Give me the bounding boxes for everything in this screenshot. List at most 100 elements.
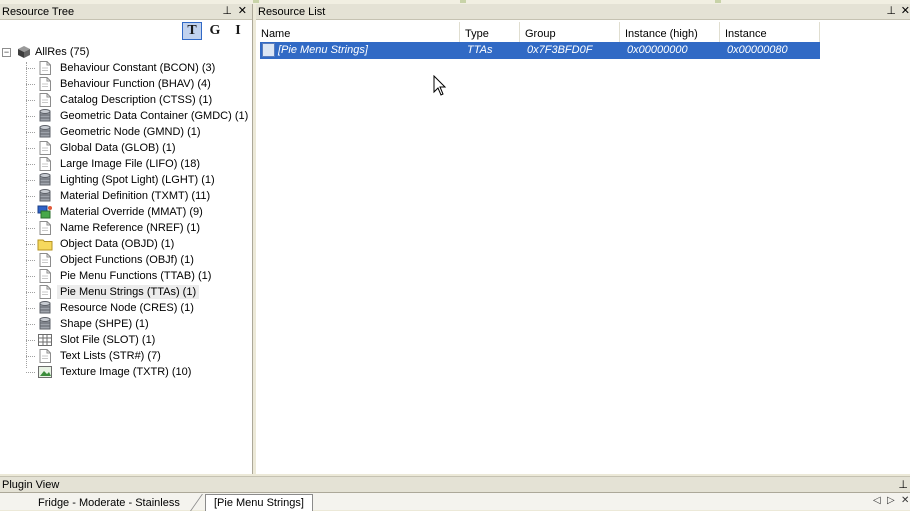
tree-item[interactable]: Resource Node (CRES) (1) <box>26 300 197 316</box>
document-icon <box>37 77 53 91</box>
resource-tree-title: Resource Tree <box>2 5 75 18</box>
tree-item[interactable]: Geometric Node (GMND) (1) <box>26 124 204 140</box>
tree-connector <box>26 131 35 133</box>
resource-list-panel: Resource List ⊥ ✕ Name Type Group Instan… <box>256 4 910 474</box>
tree-item[interactable]: Large Image File (LIFO) (18) <box>26 156 203 172</box>
tree-item[interactable]: Text Lists (STR#) (7) <box>26 348 164 364</box>
document-icon <box>37 221 53 235</box>
cell-group: 0x7F3BFD0F <box>527 44 593 56</box>
tree-item-label: Pie Menu Strings (TTAs) (1) <box>57 285 200 299</box>
tree-item[interactable]: Behaviour Constant (BCON) (3) <box>26 60 218 76</box>
tree-connector <box>26 163 35 165</box>
tree-connector <box>26 323 35 325</box>
tree-item-label: Behaviour Function (BHAV) (4) <box>60 78 211 90</box>
tree-item-label: Global Data (GLOB) (1) <box>60 142 176 154</box>
pin-icon[interactable]: ⊥ <box>222 5 232 18</box>
tab-scroll-right-icon[interactable]: ▷ <box>887 495 895 506</box>
tree-item[interactable]: Material Definition (TXMT) (11) <box>26 188 213 204</box>
tree-item-label: Texture Image (TXTR) (10) <box>60 366 192 378</box>
tree-item[interactable]: Catalog Description (CTSS) (1) <box>26 92 215 108</box>
tree-item-label: Object Data (OBJD) (1) <box>60 238 175 250</box>
tree-connector <box>26 211 35 213</box>
resource-tree: − AllRes (75) Behaviour Constant (BCON) … <box>0 42 252 452</box>
tree-connector <box>26 99 35 101</box>
tree-connector <box>26 275 35 277</box>
cell-instance-high: 0x00000000 <box>627 44 688 56</box>
close-icon[interactable]: ✕ <box>901 495 909 506</box>
tree-root-label: AllRes (75) <box>35 46 90 58</box>
tree-connector <box>26 179 35 181</box>
tree-item[interactable]: Global Data (GLOB) (1) <box>26 140 179 156</box>
tree-view-group-button[interactable]: G <box>205 22 225 40</box>
tree-item[interactable]: Name Reference (NREF) (1) <box>26 220 203 236</box>
tab-pie-menu-strings[interactable]: [Pie Menu Strings] <box>205 494 313 511</box>
cell-type: TTAs <box>467 44 493 56</box>
cell-name: [Pie Menu Strings] <box>278 44 368 56</box>
material-override-icon <box>37 205 53 219</box>
tree-connector <box>26 115 35 117</box>
tree-item[interactable]: Object Functions (OBJf) (1) <box>26 252 197 268</box>
tree-item-label: Geometric Data Container (GMDC) (1) <box>60 110 249 122</box>
database-icon <box>37 109 53 123</box>
resource-tree-panel: Resource Tree ⊥ ✕ T G I − AllRes (75) Be… <box>0 4 253 474</box>
tree-connector <box>26 195 35 197</box>
tree-item[interactable]: Shape (SHPE) (1) <box>26 316 152 332</box>
tree-item-label: Slot File (SLOT) (1) <box>60 334 156 346</box>
tree-connector <box>26 307 35 309</box>
resource-tree-header: Resource Tree ⊥ ✕ <box>0 4 252 20</box>
tree-item-label: Material Definition (TXMT) (11) <box>60 190 211 202</box>
tree-view-type-button[interactable]: T <box>182 22 202 40</box>
plugin-view-title: Plugin View <box>2 478 60 491</box>
tree-connector <box>26 339 35 341</box>
tree-connector <box>26 243 35 245</box>
splitter-tick <box>253 0 259 3</box>
tree-item-label: Object Functions (OBJf) (1) <box>60 254 194 266</box>
tree-connector <box>26 147 35 149</box>
tree-item-label: Name Reference (NREF) (1) <box>60 222 200 234</box>
pin-icon[interactable]: ⊥ <box>898 478 908 491</box>
tree-item[interactable]: Geometric Data Container (GMDC) (1) <box>26 108 251 124</box>
tree-item[interactable]: Pie Menu Strings (TTAs) (1) <box>26 284 200 300</box>
tree-connector <box>26 371 35 373</box>
tree-connector <box>26 227 35 229</box>
tree-item-label: Text Lists (STR#) (7) <box>60 350 161 362</box>
resource-list-title: Resource List <box>258 5 326 18</box>
tree-item[interactable]: Pie Menu Functions (TTAB) (1) <box>26 268 214 284</box>
tree-connector <box>26 259 35 261</box>
tab-scroll-left-icon[interactable]: ◁ <box>873 495 881 506</box>
tree-item[interactable]: Slot File (SLOT) (1) <box>26 332 158 348</box>
tree-item-label: Catalog Description (CTSS) (1) <box>60 94 213 106</box>
plugin-tabbar: Fridge - Moderate - Stainless [Pie Menu … <box>0 492 910 511</box>
database-icon <box>37 173 53 187</box>
splitter-tick <box>460 0 466 3</box>
tree-item-label: Shape (SHPE) (1) <box>60 318 149 330</box>
database-icon <box>37 317 53 331</box>
tree-item-label: Geometric Node (GMND) (1) <box>60 126 201 138</box>
close-icon[interactable]: ✕ <box>901 5 910 18</box>
tree-toolbar: T G I <box>0 20 252 42</box>
tab-fridge[interactable]: Fridge - Moderate - Stainless <box>30 494 188 511</box>
cube-icon <box>18 46 30 58</box>
document-icon <box>37 157 53 171</box>
collapse-icon[interactable]: − <box>2 47 11 57</box>
tree-item[interactable]: Object Data (OBJD) (1) <box>26 236 177 252</box>
tree-item-label: Large Image File (LIFO) (18) <box>60 158 200 170</box>
document-icon <box>37 61 53 75</box>
tree-item[interactable]: Texture Image (TXTR) (10) <box>26 364 194 380</box>
document-icon <box>37 269 53 283</box>
tree-root-allres[interactable]: − AllRes (75) <box>2 44 89 60</box>
plugin-view-header: Plugin View ⊥ <box>0 476 910 492</box>
tree-item-label: Pie Menu Functions (TTAB) (1) <box>60 270 212 282</box>
pin-icon[interactable]: ⊥ <box>886 5 896 18</box>
mouse-cursor-icon <box>433 75 447 96</box>
grid-icon <box>37 333 53 347</box>
document-icon <box>37 285 53 299</box>
tree-item[interactable]: Behaviour Function (BHAV) (4) <box>26 76 214 92</box>
document-icon <box>37 349 53 363</box>
tree-item[interactable]: Material Override (MMAT) (9) <box>26 204 206 220</box>
table-row[interactable]: [Pie Menu Strings] TTAs 0x7F3BFD0F 0x000… <box>260 42 820 59</box>
close-icon[interactable]: ✕ <box>238 5 247 18</box>
tree-item[interactable]: Lighting (Spot Light) (LGHT) (1) <box>26 172 218 188</box>
tree-view-instance-button[interactable]: I <box>228 22 248 40</box>
document-icon <box>37 141 53 155</box>
